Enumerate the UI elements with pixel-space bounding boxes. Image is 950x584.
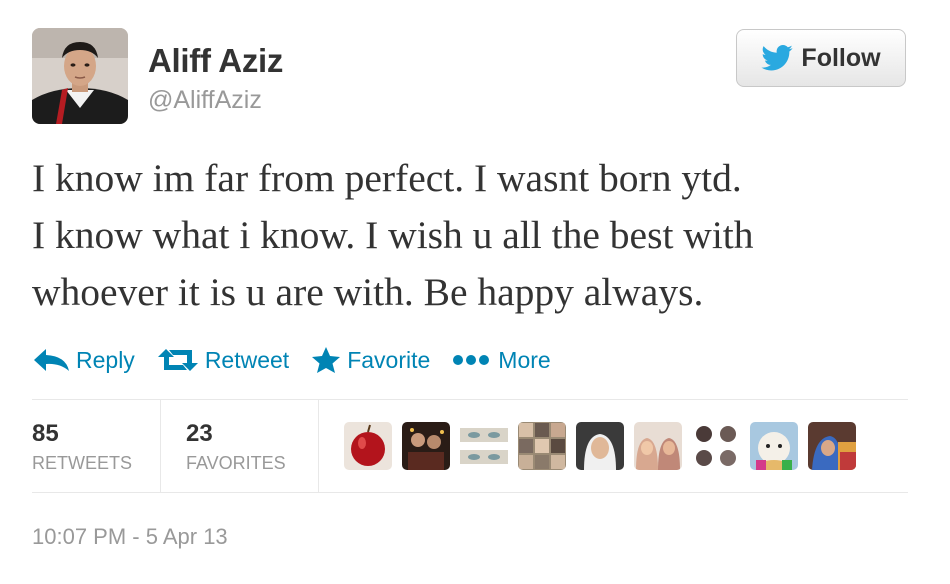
favoriter-avatar[interactable] bbox=[808, 422, 856, 470]
author-name[interactable]: Aliff Aziz bbox=[148, 42, 283, 80]
favorite-label: Favorite bbox=[347, 346, 431, 373]
more-button[interactable]: More bbox=[452, 346, 551, 374]
favoriter-avatar[interactable] bbox=[460, 422, 508, 470]
divider-bottom bbox=[32, 492, 908, 493]
favoriter-avatar[interactable] bbox=[750, 422, 798, 470]
follow-label: Follow bbox=[801, 43, 881, 72]
reply-icon bbox=[32, 347, 70, 373]
favoriters-avatars bbox=[344, 422, 856, 470]
retweets-stat[interactable]: 85 RETWEETS bbox=[32, 400, 160, 492]
favorites-count: 23 bbox=[186, 420, 213, 447]
tweet-card: Aliff Aziz @AliffAziz Follow I know im f… bbox=[0, 0, 950, 584]
divider-top bbox=[32, 399, 908, 400]
retweet-label: Retweet bbox=[204, 346, 290, 373]
favoriter-avatar[interactable] bbox=[576, 422, 624, 470]
favoriter-avatar[interactable] bbox=[518, 422, 566, 470]
favorite-button[interactable]: Favorite bbox=[311, 346, 430, 374]
reply-button[interactable]: Reply bbox=[32, 347, 135, 374]
favorites-stat[interactable]: 23 FAVORITES bbox=[186, 400, 318, 492]
tweet-timestamp[interactable]: 10:07 PM - 5 Apr 13 bbox=[32, 524, 228, 550]
more-dots-icon bbox=[452, 353, 492, 367]
author-handle[interactable]: @AliffAziz bbox=[148, 86, 262, 115]
tweet-line: whoever it is u are with. Be happy alway… bbox=[32, 270, 704, 314]
reply-label: Reply bbox=[76, 346, 135, 373]
tweet-line: I know what i know. I wish u all the bes… bbox=[32, 213, 754, 257]
tweet-text: I know im far from perfect. I wasnt born… bbox=[32, 150, 912, 321]
retweets-label: RETWEETS bbox=[32, 453, 133, 473]
retweet-icon bbox=[157, 347, 199, 373]
stat-separator bbox=[160, 400, 161, 492]
star-icon bbox=[311, 346, 341, 374]
favorites-label: FAVORITES bbox=[186, 453, 286, 473]
twitter-bird-icon bbox=[761, 45, 794, 71]
stat-separator bbox=[318, 400, 319, 492]
follow-button[interactable]: Follow bbox=[736, 29, 906, 87]
author-avatar[interactable] bbox=[32, 28, 128, 124]
favoriter-avatar[interactable] bbox=[344, 422, 392, 470]
tweet-line: I know im far from perfect. I wasnt born… bbox=[32, 156, 742, 200]
retweet-button[interactable]: Retweet bbox=[157, 347, 289, 374]
favoriter-avatar[interactable] bbox=[692, 422, 740, 470]
tweet-actions: Reply Retweet Favorite More bbox=[32, 340, 573, 380]
retweets-count: 85 bbox=[32, 420, 59, 447]
favoriter-avatar[interactable] bbox=[402, 422, 450, 470]
more-label: More bbox=[498, 346, 551, 373]
favoriter-avatar[interactable] bbox=[634, 422, 682, 470]
